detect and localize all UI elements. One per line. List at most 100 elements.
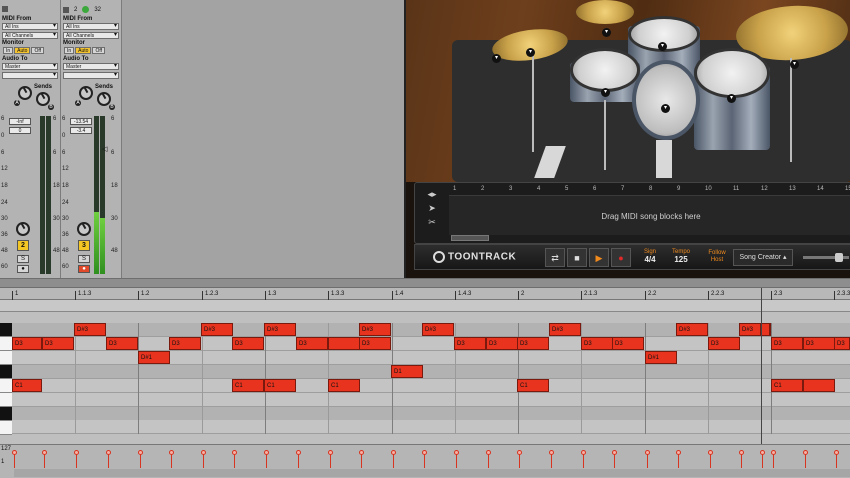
volume-display[interactable]: -Inf [9, 118, 31, 125]
stop-button[interactable]: ■ [567, 248, 587, 267]
velocity-handle[interactable] [201, 450, 206, 455]
velocity-handle[interactable] [12, 450, 17, 455]
monitor-auto-button[interactable]: Auto [14, 47, 31, 54]
midi-note[interactable]: D#3 [359, 323, 391, 336]
velocity-handle[interactable] [708, 450, 713, 455]
track-activator-button[interactable]: 3 [78, 240, 90, 251]
arm-button[interactable]: ● [17, 265, 29, 273]
monitor-in-button[interactable]: In [64, 47, 75, 54]
velocity-handle[interactable] [169, 450, 174, 455]
track-activator-button[interactable]: 2 [17, 240, 29, 251]
kick-drum[interactable] [632, 60, 700, 140]
piano-key[interactable] [0, 323, 12, 337]
piano-key[interactable] [0, 379, 12, 393]
panel-divider[interactable] [0, 278, 850, 288]
pan-display[interactable]: 0 [9, 127, 31, 134]
midi-note[interactable]: D3 [834, 337, 850, 350]
midi-note[interactable]: D3 [517, 337, 549, 350]
velocity-handle[interactable] [296, 450, 301, 455]
midi-note[interactable]: D3 [803, 337, 835, 350]
fader-position-icon[interactable]: ◁ [102, 145, 107, 153]
ride-cymbal[interactable] [576, 0, 634, 24]
velocity-handle[interactable] [803, 450, 808, 455]
velocity-handle[interactable] [739, 450, 744, 455]
midi-note[interactable]: D3 [106, 337, 138, 350]
midi-note[interactable]: D3 [12, 337, 42, 350]
monitor-in-button[interactable]: In [3, 47, 14, 54]
arrow-up-icon[interactable]: ◂▸ [425, 189, 439, 201]
monitor-off-button[interactable]: Off [92, 47, 106, 54]
midi-note[interactable] [328, 337, 360, 350]
velocity-scrollbar[interactable] [14, 469, 850, 477]
midi-from-select[interactable]: All Ins [2, 23, 58, 30]
pan-knob[interactable] [77, 222, 91, 236]
midi-note[interactable]: D#3 [549, 323, 581, 336]
midi-note[interactable]: C1 [328, 379, 360, 392]
midi-note[interactable]: D3 [296, 337, 328, 350]
send-a-knob[interactable] [79, 86, 93, 100]
volume-slider[interactable] [803, 253, 849, 262]
pointer-tool-icon[interactable]: ➤ [425, 203, 439, 215]
midi-note[interactable]: D3 [581, 337, 613, 350]
midi-channel-select[interactable]: All Channels [63, 32, 119, 39]
midi-note[interactable]: D3 [486, 337, 518, 350]
velocity-handle[interactable] [42, 450, 47, 455]
bar-ruler[interactable]: 1 1.1.3 1.2 1.2.3 1.3 1.3.3 1.4 1.4.3 2 … [0, 288, 850, 300]
midi-note[interactable]: D#3 [201, 323, 233, 336]
midi-channel-select[interactable]: All Channels [2, 32, 58, 39]
midi-note[interactable]: C1 [12, 379, 42, 392]
piano-key[interactable] [0, 407, 12, 421]
velocity-handle[interactable] [676, 450, 681, 455]
midi-note[interactable]: D3 [42, 337, 74, 350]
floor-tom-menu-icon[interactable]: ▾ [727, 94, 736, 103]
pan-knob[interactable] [16, 222, 30, 236]
velocity-handle[interactable] [581, 450, 586, 455]
velocity-handle[interactable] [760, 450, 765, 455]
hihat-menu-icon[interactable]: ▾ [492, 54, 501, 63]
piano-key[interactable] [0, 351, 12, 365]
tom-1[interactable] [570, 48, 640, 92]
midi-note[interactable]: D3 [232, 337, 264, 350]
audio-to-channel-select[interactable] [2, 72, 58, 79]
midi-from-select[interactable]: All Ins [63, 23, 119, 30]
signature-display[interactable]: Sign 4/4 [639, 248, 661, 264]
piano-key[interactable] [0, 337, 12, 351]
velocity-handle[interactable] [645, 450, 650, 455]
arm-button[interactable]: ● [78, 265, 90, 273]
midi-note[interactable]: C1 [771, 379, 803, 392]
velocity-handle[interactable] [834, 450, 839, 455]
midi-note[interactable]: C1 [517, 379, 549, 392]
monitor-auto-button[interactable]: Auto [75, 47, 92, 54]
velocity-handle[interactable] [517, 450, 522, 455]
midi-note[interactable]: D3 [359, 337, 391, 350]
monitor-off-button[interactable]: Off [31, 47, 45, 54]
tom-3-menu-icon[interactable]: ▾ [658, 42, 667, 51]
velocity-handle[interactable] [454, 450, 459, 455]
follow-host-button[interactable]: Follow Host [705, 250, 729, 264]
floor-tom[interactable] [694, 48, 770, 98]
velocity-handle[interactable] [612, 450, 617, 455]
play-button[interactable]: ▶ [589, 248, 609, 267]
midi-note[interactable]: D3 [771, 337, 803, 350]
velocity-handle[interactable] [771, 450, 776, 455]
midi-note[interactable]: D1 [391, 365, 423, 378]
tempo-display[interactable]: Tempo 125 [667, 248, 695, 264]
midi-note[interactable]: D#3 [74, 323, 106, 336]
volume-display[interactable]: -13.54 [70, 118, 92, 125]
velocity-handle[interactable] [232, 450, 237, 455]
loop-button[interactable]: ⇄ [545, 248, 565, 267]
kick-pedal[interactable] [656, 140, 672, 178]
kick-menu-icon[interactable]: ▾ [661, 104, 670, 113]
midi-note[interactable]: D#3 [264, 323, 296, 336]
velocity-handle[interactable] [138, 450, 143, 455]
velocity-handle[interactable] [359, 450, 364, 455]
record-button[interactable]: ● [611, 248, 631, 267]
loop-brace-strip[interactable] [0, 300, 850, 312]
velocity-handle[interactable] [264, 450, 269, 455]
velocity-handle[interactable] [549, 450, 554, 455]
song-scrollbar[interactable] [451, 235, 489, 241]
midi-note[interactable]: D#1 [645, 351, 677, 364]
midi-note[interactable]: D#3 [422, 323, 454, 336]
track-square-icon[interactable] [2, 6, 8, 12]
midi-note[interactable]: D#3 [676, 323, 708, 336]
